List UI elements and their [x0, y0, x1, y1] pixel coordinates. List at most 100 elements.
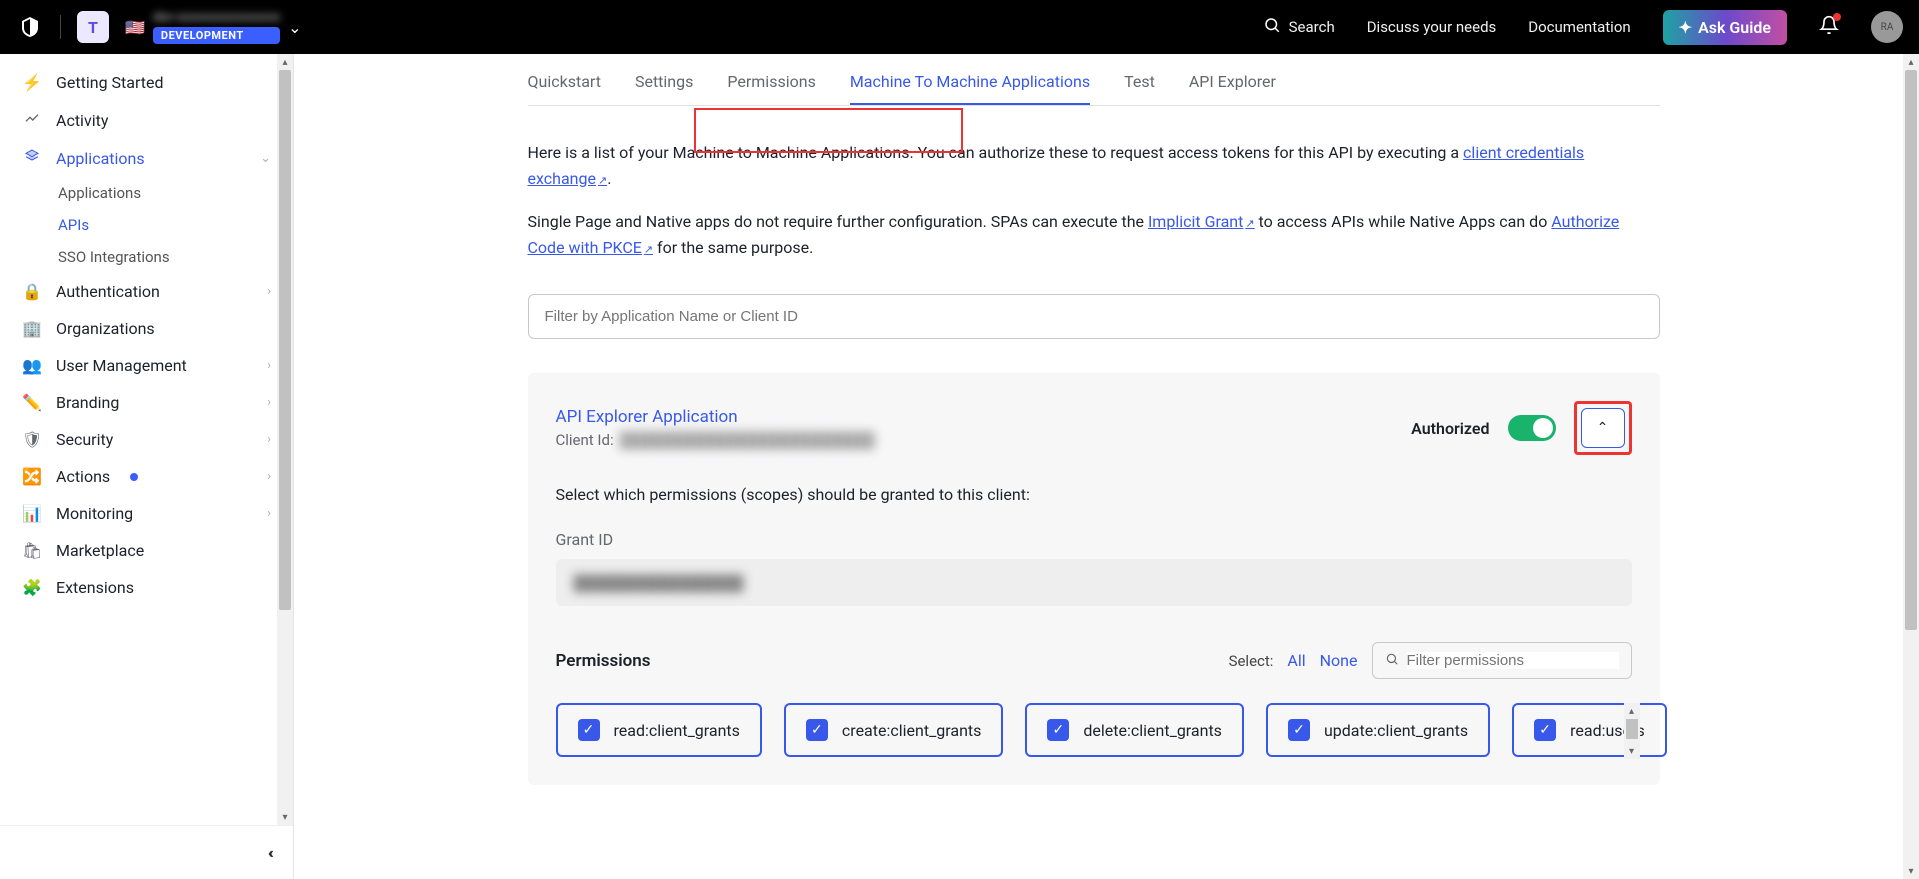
sidebar-item-authentication[interactable]: 🔒 Authentication › — [0, 273, 293, 310]
documentation-link[interactable]: Documentation — [1528, 18, 1630, 36]
scroll-up-icon[interactable]: ▴ — [1624, 703, 1640, 719]
tab-settings[interactable]: Settings — [635, 60, 693, 105]
sidebar-item-label: Extensions — [56, 578, 134, 597]
client-id-label: Client Id: — [556, 431, 614, 449]
sidebar-sub-sso[interactable]: SSO Integrations — [0, 241, 293, 273]
puzzle-icon: 🧩 — [22, 578, 42, 597]
sidebar-item-label: Organizations — [56, 319, 155, 338]
application-title-link[interactable]: API Explorer Application — [556, 407, 875, 427]
ask-guide-button[interactable]: ✦ Ask Guide — [1663, 10, 1787, 45]
expand-button[interactable]: ⌃ — [1581, 408, 1625, 448]
sidebar-item-extensions[interactable]: 🧩 Extensions — [0, 569, 293, 606]
tab-api-explorer[interactable]: API Explorer — [1189, 60, 1276, 105]
checkbox-checked-icon[interactable]: ✓ — [578, 719, 600, 741]
lock-icon: 🔒 — [22, 282, 42, 301]
scroll-thumb[interactable] — [1626, 719, 1638, 739]
permission-label: create:client_grants — [842, 721, 981, 740]
authorized-toggle[interactable] — [1508, 415, 1556, 441]
sidebar-item-label: Authentication — [56, 282, 160, 301]
checkbox-checked-icon[interactable]: ✓ — [806, 719, 828, 741]
sidebar-item-label: Security — [56, 430, 113, 449]
sidebar-sub-apis[interactable]: APIs — [0, 209, 293, 241]
intro-paragraph-2: Single Page and Native apps do not requi… — [528, 209, 1660, 260]
scroll-thumb[interactable] — [1905, 70, 1917, 630]
authorized-label: Authorized — [1411, 419, 1489, 438]
flow-icon: 🔀 — [22, 467, 42, 486]
sidebar-scrollbar[interactable]: ▴ ▾ — [277, 54, 293, 825]
discuss-link[interactable]: Discuss your needs — [1367, 18, 1497, 36]
chevron-down-icon[interactable]: ⌄ — [288, 18, 301, 37]
sidebar-item-security[interactable]: 🛡 Security › — [0, 421, 293, 458]
sidebar-item-user-management[interactable]: 👥 User Management › — [0, 347, 293, 384]
sidebar-sub-applications[interactable]: Applications — [0, 177, 293, 209]
chevron-up-icon: ⌃ — [1597, 420, 1609, 436]
main-content: Quickstart Settings Permissions Machine … — [294, 54, 1919, 879]
sidebar-item-getting-started[interactable]: ⚡ Getting Started — [0, 64, 293, 101]
scope-instruction: Select which permissions (scopes) should… — [556, 485, 1632, 504]
chevron-right-icon: › — [267, 506, 271, 521]
filter-applications-input[interactable] — [528, 294, 1660, 339]
tab-test[interactable]: Test — [1124, 60, 1155, 105]
chevron-right-icon: › — [267, 395, 271, 410]
checkbox-checked-icon[interactable]: ✓ — [1288, 719, 1310, 741]
checkbox-checked-icon[interactable]: ✓ — [1047, 719, 1069, 741]
sidebar-item-branding[interactable]: ✏️ Branding › — [0, 384, 293, 421]
search-button[interactable]: Search — [1263, 16, 1335, 38]
permission-chip[interactable]: ✓ update:client_grants — [1266, 703, 1490, 757]
sidebar-item-applications[interactable]: Applications ⌄ — [0, 139, 293, 177]
topbar: T 🇺🇸 dev-xxxxxxxxxxxxxxxx DEVELOPMENT ⌄ … — [0, 0, 1919, 54]
scroll-down-icon[interactable]: ▾ — [1903, 863, 1919, 879]
external-link-icon: ↗ — [598, 174, 607, 187]
notifications-button[interactable] — [1819, 15, 1839, 39]
avatar[interactable]: RA — [1871, 11, 1903, 43]
permission-chip[interactable]: ✓ read:users — [1512, 703, 1667, 757]
tab-quickstart[interactable]: Quickstart — [528, 60, 601, 105]
sidebar-item-organizations[interactable]: 🏢 Organizations — [0, 310, 293, 347]
scroll-up-icon[interactable]: ▴ — [1903, 54, 1919, 70]
scroll-up-icon[interactable]: ▴ — [277, 54, 293, 70]
sidebar-item-actions[interactable]: 🔀 Actions › — [0, 458, 293, 495]
notification-dot — [1833, 13, 1841, 21]
search-icon — [1385, 651, 1399, 670]
main-scrollbar[interactable]: ▴ ▾ — [1903, 54, 1919, 879]
select-all-link[interactable]: All — [1287, 651, 1305, 670]
sidebar-item-monitoring[interactable]: 📊 Monitoring › — [0, 495, 293, 532]
select-none-link[interactable]: None — [1320, 651, 1358, 670]
permission-chip[interactable]: ✓ delete:client_grants — [1025, 703, 1244, 757]
scroll-down-icon[interactable]: ▾ — [1624, 743, 1640, 759]
sidebar: ⚡ Getting Started Activity Applications … — [0, 54, 294, 879]
scroll-thumb[interactable] — [279, 70, 291, 610]
external-link-icon: ↗ — [1245, 217, 1254, 230]
sidebar-item-label: Marketplace — [56, 541, 144, 560]
tab-m2m-applications[interactable]: Machine To Machine Applications — [850, 60, 1090, 105]
sidebar-footer: ‹‹ — [0, 825, 293, 879]
tenant-selector[interactable]: 🇺🇸 dev-xxxxxxxxxxxxxxxx DEVELOPMENT ⌄ — [125, 10, 302, 44]
scroll-down-icon[interactable]: ▾ — [277, 809, 293, 825]
sparkle-icon: ✦ — [1679, 18, 1692, 37]
link-implicit-grant[interactable]: Implicit Grant↗ — [1148, 212, 1255, 231]
tenant-badge[interactable]: T — [77, 11, 109, 43]
checkbox-checked-icon[interactable]: ✓ — [1534, 719, 1556, 741]
search-label: Search — [1289, 18, 1335, 36]
permissions-grid: ✓ read:client_grants ✓ create:client_gra… — [556, 703, 1632, 757]
client-id-value: ████████████████████████ — [620, 431, 875, 449]
chevron-down-icon: ⌄ — [260, 151, 271, 166]
logo-icon[interactable] — [16, 13, 44, 41]
divider — [60, 15, 61, 39]
intro-paragraph-1: Here is a list of your Machine to Machin… — [528, 140, 1660, 191]
permissions-scrollbar[interactable]: ▴ ▾ — [1624, 703, 1640, 759]
stack-icon — [22, 148, 42, 168]
permissions-filter-input[interactable] — [1407, 652, 1619, 669]
application-panel: API Explorer Application Client Id: ████… — [528, 373, 1660, 785]
sidebar-item-label: Actions — [56, 467, 110, 486]
tab-permissions[interactable]: Permissions — [727, 60, 815, 105]
env-badge: DEVELOPMENT — [153, 27, 280, 44]
permission-chip[interactable]: ✓ create:client_grants — [784, 703, 1003, 757]
sidebar-item-marketplace[interactable]: 🛍 Marketplace — [0, 532, 293, 569]
permissions-filter[interactable] — [1372, 642, 1632, 679]
sidebar-item-activity[interactable]: Activity — [0, 101, 293, 139]
building-icon: 🏢 — [22, 319, 42, 338]
permission-chip[interactable]: ✓ read:client_grants — [556, 703, 762, 757]
sidebar-item-label: Getting Started — [56, 73, 164, 92]
toggle-knob — [1533, 418, 1553, 438]
